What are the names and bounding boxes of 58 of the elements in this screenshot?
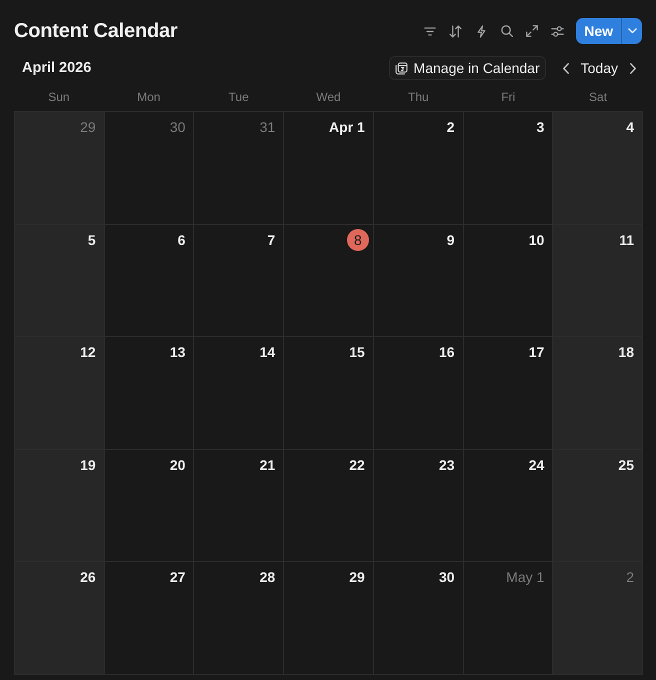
month-label: April 2026 (22, 60, 92, 76)
sort-icon (449, 24, 462, 38)
calendar-icon (394, 62, 408, 74)
day-number: 22 (349, 456, 365, 473)
day-number: 4 (626, 119, 634, 135)
chevron-down-icon (628, 28, 636, 34)
day-number: 3 (536, 119, 544, 135)
day-number: Apr 1 (329, 119, 365, 135)
day-number: 12 (80, 344, 96, 360)
day-number: 15 (349, 344, 365, 360)
day-number: 9 (446, 232, 455, 248)
day-number: 14 (260, 344, 276, 360)
new-options-button[interactable] (621, 18, 642, 44)
sliders-icon (551, 26, 564, 36)
day-number: 25 (618, 456, 634, 473)
day-number: 18 (618, 344, 634, 360)
page-title: Content Calendar (14, 20, 178, 42)
weekday-label: Thu (408, 89, 429, 105)
day-number: 28 (260, 569, 276, 586)
day-number: 29 (80, 119, 96, 135)
day-number: 30 (170, 119, 186, 135)
day-number: May 1 (506, 569, 544, 586)
day-number: 5 (88, 232, 96, 248)
day-number: 16 (438, 344, 455, 360)
day-number: 19 (80, 456, 96, 473)
day-number: 21 (260, 456, 276, 473)
chevron-right-icon (630, 62, 636, 74)
lightning-icon (476, 24, 486, 38)
day-number: 10 (528, 232, 544, 248)
chevron-left-icon (562, 62, 569, 74)
weekday-label: Sat (589, 89, 608, 105)
filter-icon (424, 26, 436, 36)
weekday-label: Mon (137, 89, 160, 105)
day-number: 11 (619, 232, 634, 248)
day-number: 30 (438, 569, 455, 586)
weekday-label: Wed (316, 89, 341, 105)
day-number: 2 (446, 119, 455, 135)
manage-in-calendar-button[interactable]: Manage in Calendar (388, 56, 546, 80)
new-button[interactable]: New (576, 18, 621, 44)
day-number: 26 (80, 569, 96, 586)
today-button[interactable]: Today (576, 57, 623, 79)
day-number: 27 (170, 569, 186, 586)
today-date-badge: 8 (346, 228, 369, 251)
day-number: 31 (260, 119, 276, 135)
day-number: 23 (438, 456, 455, 473)
weekday-label: Tue (228, 89, 249, 105)
expand-icon (526, 25, 538, 37)
day-number: 2 (626, 569, 634, 586)
day-number: 24 (528, 456, 544, 473)
day-number: 17 (528, 344, 544, 360)
day-number: 7 (267, 232, 276, 248)
weekday-label: Sun (48, 89, 70, 105)
day-number: 20 (170, 456, 186, 473)
day-number: 13 (170, 344, 186, 360)
weekday-label: Fri (501, 89, 516, 105)
day-number: 29 (349, 569, 365, 586)
day-number: 6 (178, 232, 186, 248)
search-icon (500, 25, 513, 37)
